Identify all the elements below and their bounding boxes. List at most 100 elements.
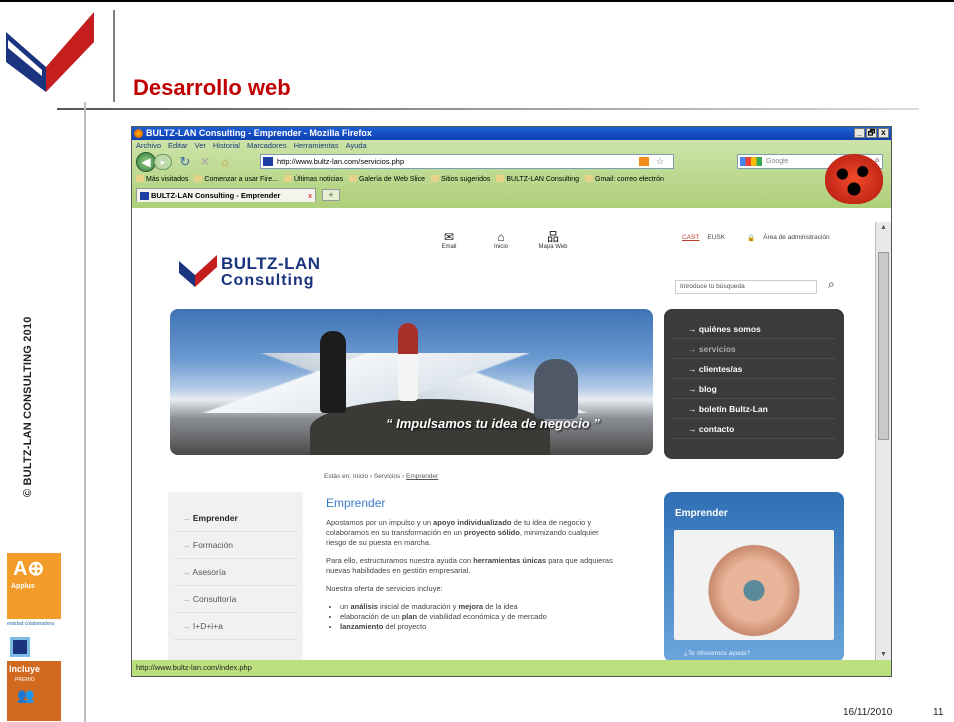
home-icon: ⌂ xyxy=(497,230,505,244)
scroll-down-icon[interactable]: ▼ xyxy=(880,651,887,658)
inicio-label: Inicio xyxy=(493,244,508,250)
forward-button[interactable]: ▸ xyxy=(154,154,172,170)
list-item: un análisis inicial de maduración y mejo… xyxy=(340,602,616,612)
slide-vertical-rule xyxy=(113,10,115,102)
bookmark-mas-visitados[interactable]: Más visitados xyxy=(136,173,188,186)
bookmark-star-icon[interactable]: ☆ xyxy=(656,155,664,168)
nav-clientes[interactable]: clientes/as xyxy=(672,359,836,379)
email-link[interactable]: ✉ Email xyxy=(432,230,466,250)
breadcrumb-prefix: Estás en: xyxy=(324,473,352,480)
promo-title: Emprender xyxy=(675,508,728,519)
window-title: BULTZ-LAN Consulting - Emprender - Mozil… xyxy=(146,128,372,138)
scrollbar-thumb[interactable] xyxy=(878,252,889,440)
rss-feed-icon[interactable] xyxy=(639,157,649,166)
promo-link[interactable]: ¿Te ofrecemos ayuda? xyxy=(684,650,750,657)
bookmark-gmail[interactable]: Gmail: correo electrón xyxy=(585,173,664,186)
new-tab-button[interactable]: + xyxy=(322,189,340,201)
certification-badges: A⊕ Applus entidad colaboradora Incluye P… xyxy=(7,553,61,722)
slide-date: 16/11/2010 xyxy=(843,707,893,718)
back-button[interactable]: ◀ xyxy=(136,152,156,172)
site-search-input[interactable]: Introduce tu búsqueda xyxy=(675,280,817,294)
nav-servicios[interactable]: servicios xyxy=(672,339,836,359)
nav-blog[interactable]: blog xyxy=(672,379,836,399)
url-bar[interactable]: http://www.bultz-lan.com/servicios.php ☆ xyxy=(260,154,674,169)
applus-a-icon: A⊕ xyxy=(13,558,45,580)
menu-editar[interactable]: Editar xyxy=(168,140,188,151)
main-navigation: quiénes somos servicios clientes/as blog… xyxy=(664,309,844,459)
promo-box: Emprender ¿Te ofrecemos ayuda? xyxy=(664,492,844,660)
incluye-premio-badge: Incluye PREMIO 👥 xyxy=(7,661,61,721)
bookmark-sitios-sugeridos[interactable]: Sitios sugeridos xyxy=(431,173,490,186)
menu-ayuda[interactable]: Ayuda xyxy=(346,140,367,151)
mapa-web-label: Mapa Web xyxy=(538,244,568,250)
slide-title: Desarrollo web xyxy=(133,75,291,100)
browser-titlebar: BULTZ-LAN Consulting - Emprender - Mozil… xyxy=(132,127,891,140)
email-label: Email xyxy=(441,244,457,250)
bookmark-comenzar[interactable]: Comenzar a usar Fire... xyxy=(194,173,278,186)
article-heading: Emprender xyxy=(326,496,386,510)
menu-ver[interactable]: Ver xyxy=(195,140,206,151)
copyright-vertical-text: © BULTZ-LAN CONSULTING 2010 xyxy=(22,316,34,497)
side-item-consultoria[interactable]: Consultoría xyxy=(174,586,297,613)
article-paragraph-2: Para ello, estructuramos nuestra ayuda c… xyxy=(326,556,613,575)
incluye-label: Incluye xyxy=(9,664,41,674)
minimize-button[interactable]: _ xyxy=(854,128,865,138)
close-button[interactable]: x xyxy=(878,128,889,138)
tab-label: BULTZ-LAN Consulting - Emprender xyxy=(151,191,281,200)
bookmark-ultimas-noticias[interactable]: Últimas noticias xyxy=(284,173,343,186)
google-engine-icon[interactable] xyxy=(740,157,762,166)
mapa-web-link[interactable]: 品 Mapa Web xyxy=(536,230,570,250)
entidad-badge: entidad colaboradora xyxy=(7,621,54,627)
nav-quienes-somos[interactable]: quiénes somos xyxy=(672,319,836,339)
menu-marcadores[interactable]: Marcadores xyxy=(247,140,287,151)
entidad-square-icon xyxy=(10,637,30,657)
reload-icon[interactable]: ↻ xyxy=(178,154,192,170)
site-logo[interactable]: BULTZ-LAN Consulting xyxy=(179,250,331,292)
envelope-icon: ✉ xyxy=(443,230,455,244)
menu-archivo[interactable]: Archivo xyxy=(136,140,161,151)
stop-icon[interactable]: ✕ xyxy=(198,154,212,170)
language-switcher: CAST EUSK 🔒 Área de administración xyxy=(682,234,830,242)
menu-historial[interactable]: Historial xyxy=(213,140,240,151)
article-paragraph-3: Nuestra oferta de servicios incluye: xyxy=(326,584,443,593)
scroll-up-icon[interactable]: ▲ xyxy=(880,224,887,231)
nav-boletin[interactable]: boletín Bultz-Lan xyxy=(672,399,836,419)
nav-contacto[interactable]: contacto xyxy=(672,419,836,439)
site-search-icon[interactable]: ⌕ xyxy=(828,277,835,292)
maximize-button[interactable]: 🗗 xyxy=(866,128,877,138)
lang-eusk-link[interactable]: EUSK xyxy=(707,234,725,242)
browser-window: BULTZ-LAN Consulting - Emprender - Mozil… xyxy=(132,127,891,676)
side-item-asesoria[interactable]: Asesoría xyxy=(174,559,297,586)
side-item-formacion[interactable]: Formación xyxy=(174,532,297,559)
menu-bar: Archivo Editar Ver Historial Marcadores … xyxy=(132,140,891,151)
bookmarks-toolbar: Más visitados Comenzar a usar Fire... Úl… xyxy=(132,173,891,186)
bookmark-bultz-lan[interactable]: BULTZ-LAN Consulting xyxy=(496,173,579,186)
vertical-scrollbar[interactable]: ▲ ▼ xyxy=(875,222,891,660)
status-bar: http://www.bultz-lan.com/index.php xyxy=(132,660,891,676)
breadcrumb-servicios[interactable]: Servicios xyxy=(374,473,400,480)
home-icon[interactable]: ⌂ xyxy=(218,155,232,169)
side-item-emprender[interactable]: Emprender xyxy=(174,505,297,532)
lang-cast-link[interactable]: CAST xyxy=(682,234,699,242)
entidad-mark xyxy=(7,637,61,661)
site-favicon-icon xyxy=(263,157,273,166)
side-item-idi[interactable]: I+D+i+a xyxy=(174,613,297,640)
tab-close-icon[interactable]: x xyxy=(308,189,312,202)
menu-herramientas[interactable]: Herramientas xyxy=(294,140,339,151)
tab-emprender[interactable]: BULTZ-LAN Consulting - Emprender x xyxy=(136,188,316,202)
hero-person-3 xyxy=(534,359,578,419)
window-controls: _ 🗗 x xyxy=(854,128,889,138)
applus-badge: A⊕ Applus xyxy=(7,553,61,619)
slide-left-rule xyxy=(84,102,86,722)
top-links: ✉ Email ⌂ Inicio 品 Mapa Web xyxy=(432,230,570,250)
slide-horizontal-rule xyxy=(57,108,919,110)
bookmark-galeria-web-slice[interactable]: Galería de Web Slice xyxy=(349,173,425,186)
admin-link[interactable]: Área de administración xyxy=(763,234,829,242)
list-item: lanzamiento del proyecto xyxy=(340,622,616,632)
list-item: elaboración de un plan de viabilidad eco… xyxy=(340,612,616,622)
breadcrumb-current[interactable]: Emprender xyxy=(406,473,438,480)
inicio-link[interactable]: ⌂ Inicio xyxy=(484,230,518,250)
ladybug-theme-icon xyxy=(825,154,883,204)
hero-quote: “ Impulsamos tu idea de negocio ” xyxy=(386,416,600,431)
breadcrumb-inicio[interactable]: Inicio xyxy=(353,473,368,480)
